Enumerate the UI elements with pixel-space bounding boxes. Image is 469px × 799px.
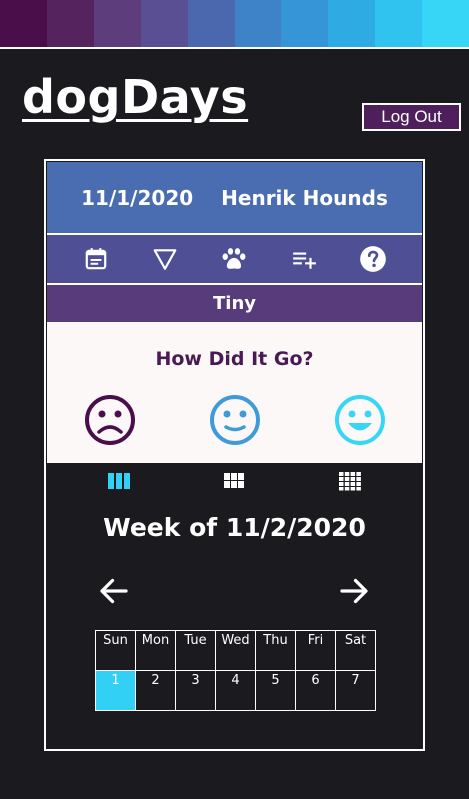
divider bbox=[0, 47, 469, 49]
color-swatch bbox=[234, 0, 282, 47]
weekday-label: Wed bbox=[215, 630, 256, 671]
year-view-icon[interactable] bbox=[330, 467, 370, 495]
color-swatch bbox=[140, 0, 188, 47]
color-swatch bbox=[93, 0, 141, 47]
week-title: Week of 11/2/2020 bbox=[103, 513, 366, 542]
weekday-label: Fri bbox=[295, 630, 336, 671]
weekday-label: Thu bbox=[255, 630, 296, 671]
neutral-face-icon[interactable] bbox=[209, 394, 261, 446]
date-cell[interactable]: 3 bbox=[175, 670, 216, 711]
mood-panel: How Did It Go? bbox=[47, 322, 422, 463]
date-cell[interactable]: 5 bbox=[255, 670, 296, 711]
card-header: 11/1/2020 Henrik Hounds bbox=[47, 162, 422, 234]
date-cell[interactable]: 6 bbox=[295, 670, 336, 711]
color-swatch bbox=[281, 0, 329, 47]
user-name: Henrik Hounds bbox=[221, 186, 388, 210]
logout-button[interactable]: Log Out bbox=[362, 103, 461, 131]
sad-face-icon[interactable] bbox=[84, 394, 136, 446]
color-swatch bbox=[375, 0, 423, 47]
color-swatch bbox=[46, 0, 94, 47]
dog-name-bar: Tiny bbox=[47, 285, 422, 322]
week-calendar: Sun Mon Tue Wed Thu Fri Sat 1 2 3 4 5 6 … bbox=[95, 630, 376, 711]
month-view-icon[interactable] bbox=[214, 467, 254, 495]
previous-week-arrow-icon[interactable] bbox=[96, 573, 132, 609]
weekday-header-row: Sun Mon Tue Wed Thu Fri Sat bbox=[95, 630, 376, 671]
paw-icon[interactable] bbox=[214, 241, 254, 277]
help-icon[interactable] bbox=[353, 241, 393, 277]
date-cell[interactable]: 2 bbox=[135, 670, 176, 711]
color-swatch bbox=[187, 0, 235, 47]
color-swatch bbox=[0, 0, 47, 47]
color-swatch-bar bbox=[0, 0, 469, 47]
color-swatch bbox=[422, 0, 469, 47]
date-row: 1 2 3 4 5 6 7 bbox=[95, 670, 376, 711]
color-swatch bbox=[328, 0, 376, 47]
playlist-add-icon[interactable] bbox=[284, 241, 324, 277]
dog-name[interactable]: Tiny bbox=[213, 293, 256, 314]
weekday-label: Sat bbox=[335, 630, 376, 671]
calendar-icon[interactable] bbox=[76, 241, 116, 277]
view-switcher bbox=[47, 463, 422, 499]
date-cell[interactable]: 4 bbox=[215, 670, 256, 711]
mood-question: How Did It Go? bbox=[155, 348, 314, 370]
happy-face-icon[interactable] bbox=[334, 394, 386, 446]
current-date: 11/1/2020 bbox=[81, 186, 194, 210]
date-cell[interactable]: 7 bbox=[335, 670, 376, 711]
weekday-label: Sun bbox=[95, 630, 136, 671]
dog-day-card: 11/1/2020 Henrik Hounds Tiny How Did It … bbox=[44, 159, 425, 751]
weekday-label: Tue bbox=[175, 630, 216, 671]
week-view-icon[interactable] bbox=[99, 467, 139, 495]
next-week-arrow-icon[interactable] bbox=[336, 573, 372, 609]
date-cell-selected[interactable]: 1 bbox=[95, 670, 136, 711]
filter-icon[interactable] bbox=[145, 241, 185, 277]
app-logo[interactable]: dogDays bbox=[22, 74, 248, 120]
weekday-label: Mon bbox=[135, 630, 176, 671]
action-toolbar bbox=[47, 235, 422, 283]
